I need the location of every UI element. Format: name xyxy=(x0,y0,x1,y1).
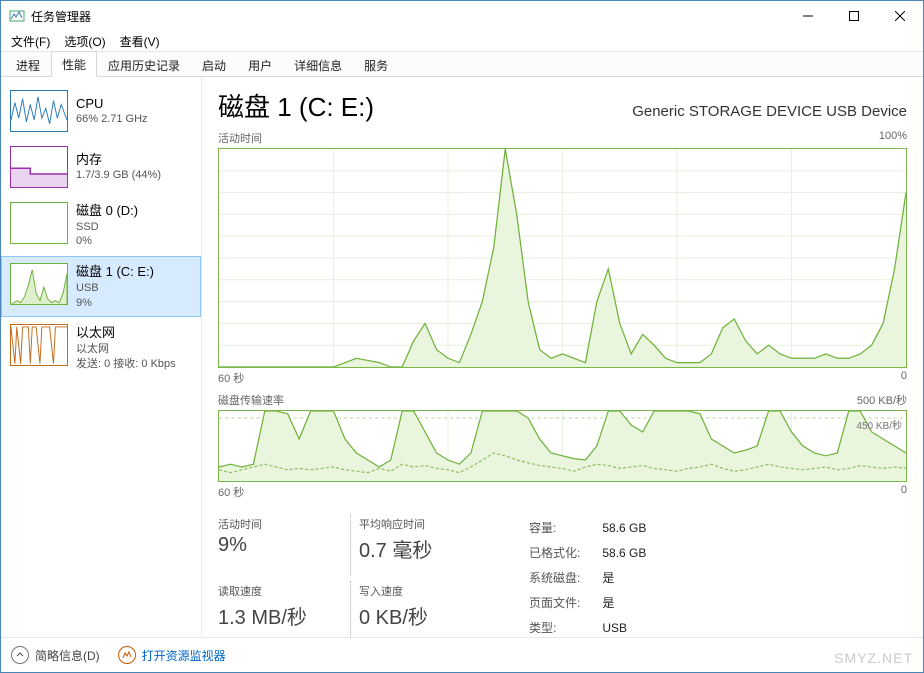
resmon-label: 打开资源监视器 xyxy=(142,647,226,664)
chart1-label-left: 活动时间 xyxy=(218,130,262,146)
info-label: 已格式化: xyxy=(529,541,590,564)
sidebar[interactable]: CPU 66% 2.71 GHz 内存 1.7/3.9 GB (44%) 磁盘 … xyxy=(1,77,202,637)
sidebar-sub: SSD xyxy=(76,220,138,235)
sidebar-sub2: 0% xyxy=(76,234,138,249)
disk1-info: 磁盘 1 (C: E:) USB 9% xyxy=(76,263,154,310)
info-value: 58.6 GB xyxy=(592,541,656,564)
tab-services[interactable]: 服务 xyxy=(353,52,399,77)
info-value: USB xyxy=(592,616,656,637)
disk0-info: 磁盘 0 (D:) SSD 0% xyxy=(76,202,138,249)
activity-chart[interactable] xyxy=(218,148,907,368)
chart2-axis-right: 0 xyxy=(901,484,907,500)
device-name: Generic STORAGE DEVICE USB Device xyxy=(632,103,907,120)
sidebar-label: 磁盘 1 (C: E:) xyxy=(76,263,154,281)
cpu-thumbnail xyxy=(10,90,68,132)
metric-read-speed: 读取速度 1.3 MB/秒 xyxy=(218,581,346,638)
sidebar-item-memory[interactable]: 内存 1.7/3.9 GB (44%) xyxy=(1,139,201,195)
transfer-chart[interactable]: 450 KB/秒 xyxy=(218,410,907,482)
tab-users[interactable]: 用户 xyxy=(237,52,283,77)
tab-processes[interactable]: 进程 xyxy=(5,52,51,77)
titlebar[interactable]: 任务管理器 xyxy=(1,1,923,31)
chart2-axis-left: 60 秒 xyxy=(218,484,244,500)
disk0-thumbnail xyxy=(10,202,68,244)
tab-details[interactable]: 详细信息 xyxy=(283,52,353,77)
maximize-button[interactable] xyxy=(831,1,877,31)
sidebar-sub: 1.7/3.9 GB (44%) xyxy=(76,168,161,183)
metric-value: 1.3 MB/秒 xyxy=(218,601,328,630)
metric-label: 平均响应时间 xyxy=(359,516,469,532)
open-resmon-link[interactable]: 打开资源监视器 xyxy=(118,646,226,664)
metric-response-time: 平均响应时间 0.7 毫秒 xyxy=(350,514,487,575)
sidebar-sub: 66% 2.71 GHz xyxy=(76,112,148,127)
ethernet-thumbnail xyxy=(10,324,68,366)
metric-value: 9% xyxy=(218,534,328,557)
main-header: 磁盘 1 (C: E:) Generic STORAGE DEVICE USB … xyxy=(218,87,907,124)
main-panel: 磁盘 1 (C: E:) Generic STORAGE DEVICE USB … xyxy=(202,77,923,637)
chart1-axis-right: 0 xyxy=(901,370,907,386)
chart2-label-left: 磁盘传输速率 xyxy=(218,392,284,408)
menu-options[interactable]: 选项(O) xyxy=(58,31,111,52)
info-label: 容量: xyxy=(529,516,590,539)
activity-chart-block: 活动时间 100% 60 秒 0 xyxy=(218,130,907,386)
task-manager-window: 任务管理器 文件(F) 选项(O) 查看(V) 进程 性能 应用历史记录 启动 … xyxy=(0,0,924,673)
metric-value: 0 KB/秒 xyxy=(359,601,469,630)
tab-performance[interactable]: 性能 xyxy=(51,51,97,77)
sidebar-label: 磁盘 0 (D:) xyxy=(76,202,138,220)
info-value: 58.6 GB xyxy=(592,516,656,539)
sidebar-item-disk1[interactable]: 磁盘 1 (C: E:) USB 9% xyxy=(1,256,201,317)
metric-label: 活动时间 xyxy=(218,516,328,532)
transfer-chart-block: 磁盘传输速率 500 KB/秒 450 KB/秒 60 秒 0 xyxy=(218,392,907,500)
page-title: 磁盘 1 (C: E:) xyxy=(218,87,374,124)
footer: 简略信息(D) 打开资源监视器 xyxy=(1,637,923,672)
sidebar-label: 内存 xyxy=(76,151,161,169)
menubar: 文件(F) 选项(O) 查看(V) xyxy=(1,31,923,51)
fewer-details-label: 简略信息(D) xyxy=(35,647,100,664)
app-icon xyxy=(9,8,25,24)
chart1-axis-left: 60 秒 xyxy=(218,370,244,386)
info-label: 页面文件: xyxy=(529,591,590,614)
info-value: 是 xyxy=(592,566,656,589)
metric-label: 写入速度 xyxy=(359,583,469,599)
tab-startup[interactable]: 启动 xyxy=(191,52,237,77)
ethernet-info: 以太网 以太网 发送: 0 接收: 0 Kbps xyxy=(76,324,176,371)
metric-write-speed: 写入速度 0 KB/秒 xyxy=(350,581,487,638)
sidebar-sub2: 9% xyxy=(76,296,154,311)
sidebar-sub: 以太网 xyxy=(76,342,176,357)
metrics-row: 活动时间 9% 平均响应时间 0.7 毫秒 读取速度 1.3 MB/秒 写入速度… xyxy=(218,514,907,637)
sidebar-sub2: 发送: 0 接收: 0 Kbps xyxy=(76,357,176,372)
chart-grid xyxy=(219,149,906,367)
fewer-details-button[interactable]: 简略信息(D) xyxy=(11,646,100,664)
sidebar-label: CPU xyxy=(76,95,148,113)
window-title: 任务管理器 xyxy=(31,8,91,25)
memory-info: 内存 1.7/3.9 GB (44%) xyxy=(76,146,161,188)
chart1-label-right: 100% xyxy=(879,130,907,146)
disk1-thumbnail xyxy=(10,263,68,305)
menu-file[interactable]: 文件(F) xyxy=(5,31,56,52)
tabstrip: 进程 性能 应用历史记录 启动 用户 详细信息 服务 xyxy=(1,51,923,77)
metric-label: 读取速度 xyxy=(218,583,328,599)
minimize-button[interactable] xyxy=(785,1,831,31)
chevron-up-icon xyxy=(11,646,29,664)
info-table: 容量:58.6 GB 已格式化:58.6 GB 系统磁盘:是 页面文件:是 类型… xyxy=(527,514,658,637)
info-label: 系统磁盘: xyxy=(529,566,590,589)
sidebar-item-cpu[interactable]: CPU 66% 2.71 GHz xyxy=(1,83,201,139)
chart2-guide-label: 450 KB/秒 xyxy=(856,417,902,432)
info-label: 类型: xyxy=(529,616,590,637)
info-value: 是 xyxy=(592,591,656,614)
metric-value: 0.7 毫秒 xyxy=(359,534,469,563)
menu-view[interactable]: 查看(V) xyxy=(114,31,166,52)
chart2-label-right: 500 KB/秒 xyxy=(857,392,907,408)
sidebar-item-ethernet[interactable]: 以太网 以太网 发送: 0 接收: 0 Kbps xyxy=(1,317,201,378)
sidebar-sub: USB xyxy=(76,281,154,296)
metric-grid: 活动时间 9% 平均响应时间 0.7 毫秒 读取速度 1.3 MB/秒 写入速度… xyxy=(218,514,487,637)
memory-thumbnail xyxy=(10,146,68,188)
metric-active-time: 活动时间 9% xyxy=(218,514,346,575)
sidebar-label: 以太网 xyxy=(76,324,176,342)
resmon-icon xyxy=(118,646,136,664)
sidebar-item-disk0[interactable]: 磁盘 0 (D:) SSD 0% xyxy=(1,195,201,256)
close-button[interactable] xyxy=(877,1,923,31)
content: CPU 66% 2.71 GHz 内存 1.7/3.9 GB (44%) 磁盘 … xyxy=(1,77,923,637)
tab-app-history[interactable]: 应用历史记录 xyxy=(97,52,191,77)
cpu-info: CPU 66% 2.71 GHz xyxy=(76,90,148,132)
